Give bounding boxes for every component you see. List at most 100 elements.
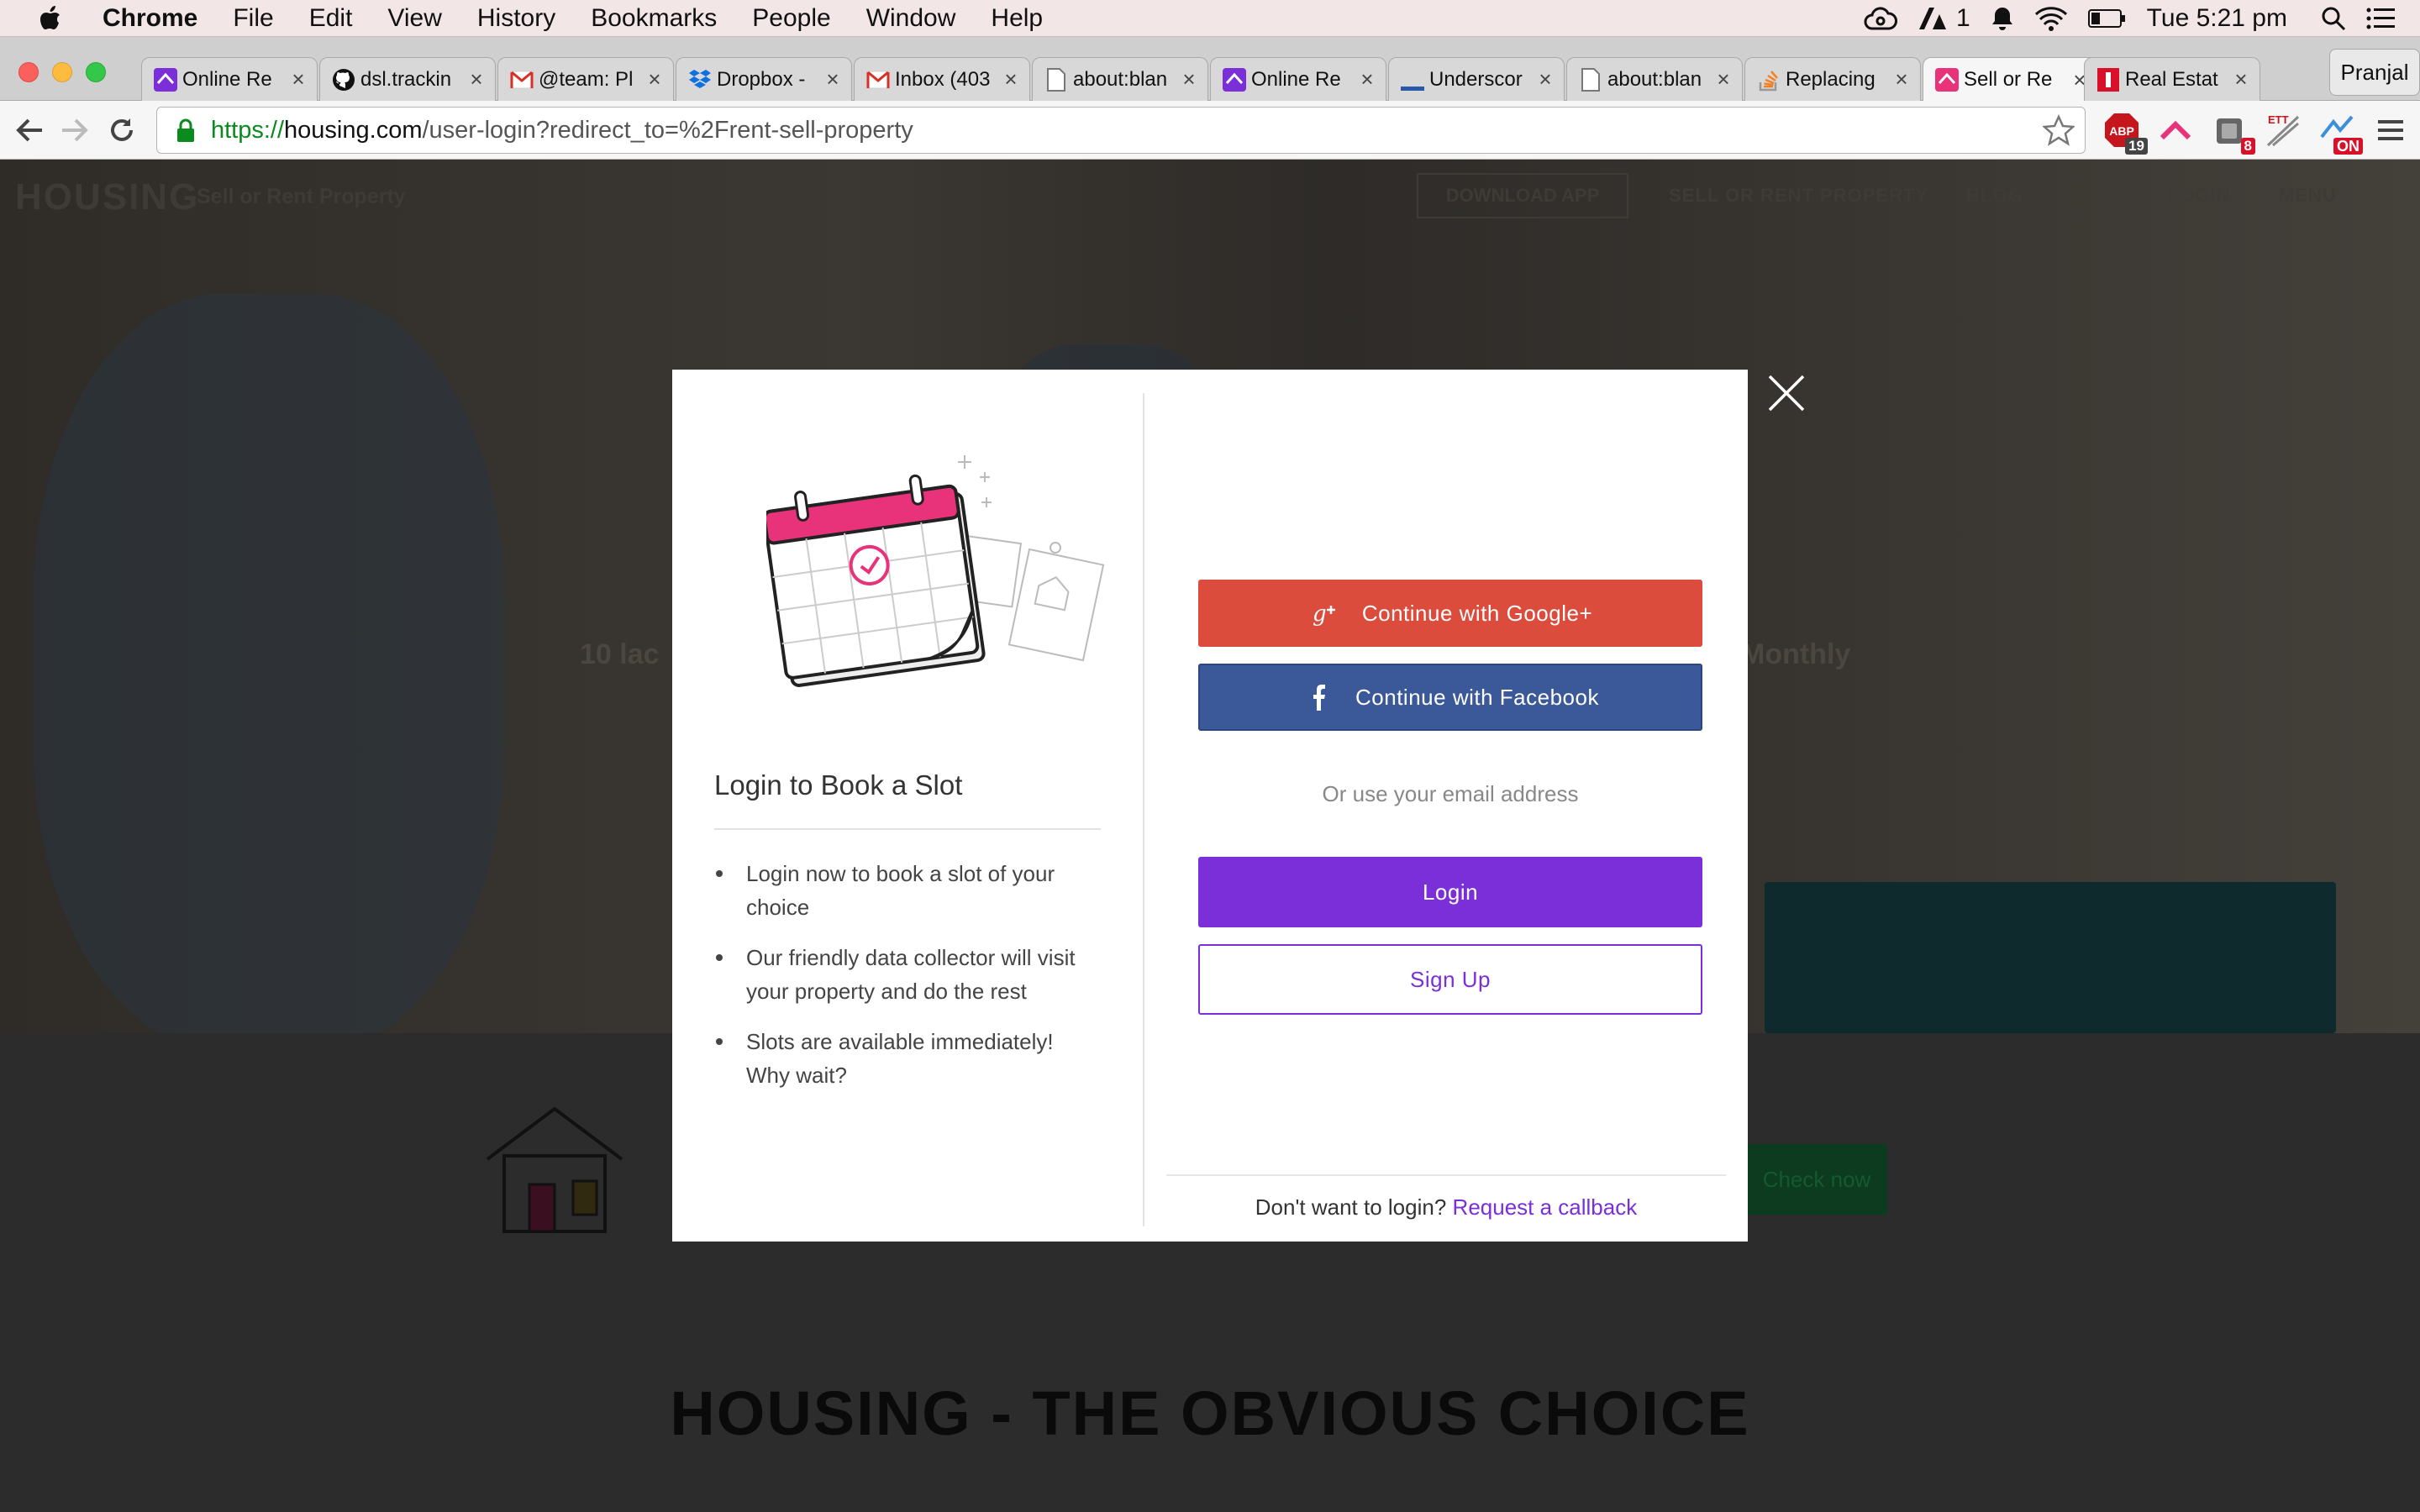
login-button[interactable]: Login [1198, 857, 1702, 927]
signup-button[interactable]: Sign Up [1198, 944, 1702, 1015]
url-host: housing.com [284, 116, 423, 144]
housing-extension-icon[interactable] [2154, 109, 2196, 151]
tab-label: Inbox (403 [895, 67, 991, 91]
abp-badge: 19 [2125, 138, 2148, 155]
menu-view[interactable]: View [387, 4, 441, 33]
browser-toolbar: https://housing.com/user-login?redirect_… [0, 101, 2420, 160]
menu-app-name[interactable]: Chrome [103, 4, 197, 33]
extension-shield-icon[interactable]: 8 [2208, 109, 2255, 155]
continue-with-facebook-button[interactable]: Continue with Facebook [1198, 664, 1702, 731]
tab-label: about:blan [1073, 67, 1168, 91]
menu-edit[interactable]: Edit [309, 4, 353, 33]
tab-label: about:blan [1607, 67, 1702, 91]
page-icon [1044, 67, 1068, 92]
tab-about-blank[interactable]: about:blan × [1032, 57, 1208, 101]
github-icon [332, 68, 355, 92]
or-email-text: Or use your email address [1322, 781, 1579, 806]
tab-team-gmail[interactable]: @team: Pl × [497, 57, 674, 101]
menu-people[interactable]: People [752, 4, 830, 33]
tab-online-real-estate-2[interactable]: Online Re × [1210, 57, 1386, 101]
hero-text-left: 10 lac [580, 638, 660, 670]
on-toggle-extension-icon[interactable]: ON [2316, 109, 2363, 155]
tab-online-real-estate[interactable]: Online Re × [141, 57, 318, 101]
apple-icon[interactable] [32, 0, 69, 37]
tab-real-estate[interactable]: Real Estat × [2084, 57, 2260, 101]
ett-extension-icon[interactable]: ETT [2262, 109, 2304, 151]
housing-icon [1935, 68, 1959, 92]
tab-label: Online Re [182, 67, 272, 91]
tab-close-icon[interactable]: × [1535, 66, 1555, 92]
benefit-item: Our friendly data collector will visit y… [714, 941, 1084, 1008]
tab-close-icon[interactable]: × [1891, 66, 1912, 92]
tab-label: Dropbox - [717, 67, 806, 91]
tab-label: dsl.trackin [360, 67, 452, 91]
svg-text:g: g [1313, 601, 1327, 626]
notification-center-icon[interactable] [2366, 0, 2395, 37]
site-header: HOUSING Sell or Rent Property DOWNLOAD A… [0, 160, 2420, 230]
bullet-icon [716, 1038, 723, 1045]
battery-icon[interactable] [2087, 0, 2127, 37]
site-subtitle: Sell or Rent Property [197, 185, 406, 208]
tab-underscore[interactable]: Underscor × [1388, 57, 1565, 101]
request-callback-link[interactable]: Request a callback [1453, 1194, 1638, 1220]
nav-sell-or-rent[interactable]: SELL OR RENT PROPERTY [1669, 185, 1928, 207]
check-now-button[interactable]: Check now [1746, 1144, 1887, 1215]
mac-menu-bar: Chrome File Edit View History Bookmarks … [0, 0, 2420, 37]
tab-close-icon[interactable]: × [823, 66, 843, 92]
menu-history[interactable]: History [477, 4, 555, 33]
tab-dropbox[interactable]: Dropbox - × [676, 57, 852, 101]
tab-close-icon[interactable]: × [1713, 66, 1733, 92]
tab-close-icon[interactable]: × [466, 66, 487, 92]
reload-button[interactable] [103, 111, 141, 150]
google-button-label: Continue with Google+ [1361, 600, 1593, 626]
window-minimize-button[interactable] [52, 62, 72, 82]
tab-label: Online Re [1251, 67, 1341, 91]
tab-sell-or-rent-active[interactable]: Sell or Re × [1923, 57, 2099, 102]
tab-close-icon[interactable]: × [1357, 66, 1377, 92]
continue-with-google-button[interactable]: g Continue with Google+ [1198, 580, 1702, 647]
menu-window[interactable]: Window [866, 4, 956, 33]
profile-button[interactable]: Pranjal [2329, 49, 2420, 96]
tab-close-icon[interactable]: × [1179, 66, 1199, 92]
secure-lock-icon[interactable] [166, 118, 206, 143]
forward-button[interactable] [55, 111, 94, 150]
tab-gmail-inbox[interactable]: Inbox (403 × [854, 57, 1030, 101]
menu-file[interactable]: File [233, 4, 273, 33]
google-plus-icon: g [1308, 601, 1342, 626]
chrome-menu-icon[interactable] [2370, 109, 2412, 151]
modal-close-icon[interactable] [1763, 370, 1810, 417]
callback-prefix: Don't want to login? [1255, 1194, 1447, 1220]
nav-blog[interactable]: BLOG [1966, 185, 2023, 207]
window-close-button[interactable] [18, 62, 39, 82]
underscore-icon [1401, 68, 1424, 92]
address-bar[interactable]: https://housing.com/user-login?redirect_… [156, 107, 2086, 154]
nav-menu[interactable]: MENU [2279, 185, 2337, 207]
tab-dsl-tracking[interactable]: dsl.trackin × [319, 57, 496, 101]
menu-bookmarks[interactable]: Bookmarks [591, 4, 717, 33]
tab-close-icon[interactable]: × [1001, 66, 1021, 92]
adblock-plus-icon[interactable]: ABP 19 [2101, 109, 2148, 155]
adobe-count: 1 [1955, 4, 1970, 32]
notification-bell-icon[interactable] [1991, 0, 2014, 37]
menu-help[interactable]: Help [991, 4, 1043, 33]
nav-login[interactable]: LOGIN [2168, 185, 2231, 207]
site-logo[interactable]: HOUSING [15, 176, 199, 218]
creative-cloud-icon[interactable] [1864, 0, 1897, 37]
menu-clock[interactable]: Tue 5:21 pm [2147, 4, 2287, 33]
tab-about-blank-2[interactable]: about:blan × [1566, 57, 1743, 101]
bookmark-star-icon[interactable] [2041, 113, 2076, 146]
housing-icon [154, 67, 177, 92]
window-zoom-button[interactable] [86, 62, 106, 82]
wifi-icon[interactable] [2034, 0, 2068, 37]
adobe-status-icon[interactable]: 1 [1918, 0, 1970, 37]
tab-replacing-stackoverflow[interactable]: Replacing × [1744, 57, 1921, 101]
benefit-item: Login now to book a slot of your choice [714, 857, 1084, 924]
heart-icon[interactable] [2067, 173, 2112, 218]
download-app-button[interactable]: DOWNLOAD APP [1417, 173, 1628, 218]
tab-close-icon[interactable]: × [2231, 66, 2251, 92]
callback-divider [1166, 1174, 1726, 1176]
tab-close-icon[interactable]: × [644, 66, 665, 92]
tab-close-icon[interactable]: × [288, 66, 308, 92]
back-button[interactable] [10, 111, 49, 150]
spotlight-search-icon[interactable] [2321, 0, 2346, 37]
